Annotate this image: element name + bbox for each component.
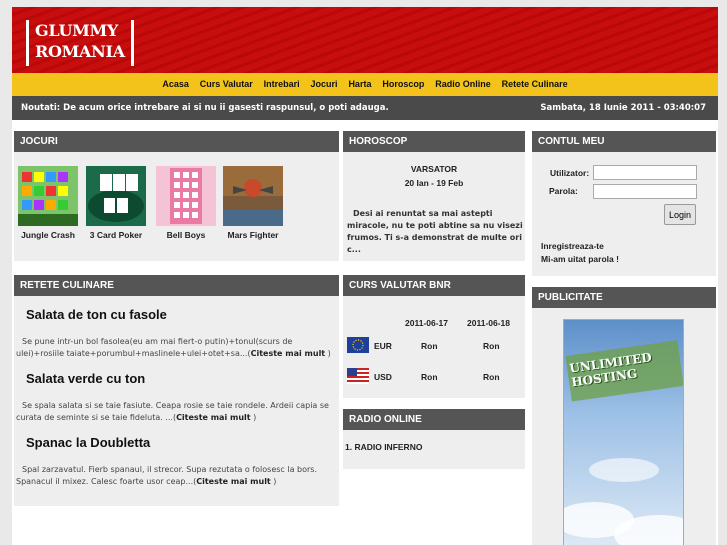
nav-radio-online[interactable]: Radio Online (435, 79, 491, 89)
recipe-text: Spal zarzavatul. Fierb spanaul, il strec… (16, 465, 318, 486)
game-3-card-poker[interactable]: 3 Card Poker (84, 166, 148, 240)
main-nav: Acasa Curs Valutar Intrebari Jocuri Hart… (12, 73, 718, 96)
parola-input[interactable] (593, 184, 697, 199)
recipe-excerpt: Spal zarzavatul. Fierb spanaul, il strec… (16, 465, 318, 486)
game-bell-boys[interactable]: Bell Boys (154, 166, 218, 240)
curs-title: CURS VALUTAR BNR (343, 275, 525, 296)
recipe-title[interactable]: Salata de ton cu fasole (26, 307, 339, 322)
jocuri-box: JOCURI Jungle Crash 3 Card Poker Bell Bo… (14, 131, 339, 261)
nav-intrebari[interactable]: Intrebari (264, 79, 300, 89)
us-flag-icon (347, 368, 369, 384)
parola-label: Parola: (549, 186, 578, 196)
read-more-link[interactable]: Citeste mai mult (176, 413, 251, 422)
recipe-text: Se pune intr-un bol fasolea(eu am mai fi… (16, 337, 331, 358)
page: GLUMMY ROMANIA Acasa Curs Valutar Intreb… (12, 7, 718, 545)
logo-line2: ROMANIA (35, 42, 125, 61)
eur-code: EUR (374, 341, 392, 351)
recipe-item: Spanac la Doubletta Spal zarzavatul. Fie… (14, 435, 339, 488)
retete-title: RETETE CULINARE (14, 275, 339, 296)
ad-banner[interactable]: UNLIMITED HOSTING (563, 319, 684, 545)
recipe-text: Se spala salata si se taie fasiute. Ceap… (16, 401, 329, 422)
login-button[interactable]: Login (664, 204, 696, 225)
publicitate-box: PUBLICITATE UNLIMITED HOSTING (532, 287, 716, 545)
nav-harta[interactable]: Harta (348, 79, 371, 89)
contul-box: CONTUL MEU Utilizator: Parola: Login Inr… (532, 131, 716, 276)
eu-flag-icon (347, 337, 369, 353)
game-thumbnail[interactable] (156, 166, 216, 226)
game-name[interactable]: Jungle Crash (16, 230, 80, 240)
horoscop-box: HOROSCOP VARSATOR 20 Ian - 19 Feb Desi a… (343, 131, 525, 261)
game-name[interactable]: Bell Boys (154, 230, 218, 240)
radio-item[interactable]: 1. RADIO INFERNO (345, 442, 422, 452)
radio-title: RADIO ONLINE (343, 409, 525, 430)
contul-title: CONTUL MEU (532, 131, 716, 152)
utilizator-label: Utilizator: (550, 168, 590, 178)
radio-box: RADIO ONLINE 1. RADIO INFERNO (343, 409, 525, 469)
read-more-link[interactable]: Citeste mai mult (251, 349, 326, 358)
game-name[interactable]: 3 Card Poker (84, 230, 148, 240)
retete-box: RETETE CULINARE Salata de ton cu fasole … (14, 275, 339, 506)
horoscop-dates: 20 Ian - 19 Feb (404, 178, 464, 188)
curs-date-1: 2011-06-17 (405, 318, 449, 328)
site-header: GLUMMY ROMANIA (12, 7, 718, 73)
utilizator-input[interactable] (593, 165, 697, 180)
register-link[interactable]: Inregistreaza-te (541, 241, 604, 251)
usd-value-2: Ron (483, 372, 500, 382)
recipe-excerpt: Se spala salata si se taie fasiute. Ceap… (16, 401, 329, 422)
read-more-link[interactable]: Citeste mai mult (196, 477, 271, 486)
news-text: Noutati: De acum orice intrebare ai si n… (21, 103, 389, 113)
game-mars-fighter[interactable]: Mars Fighter (221, 166, 285, 240)
news-bar: Noutati: De acum orice intrebare ai si n… (12, 96, 718, 120)
horoscop-text: Desi ai renuntat sa mai astepti miracole… (347, 209, 523, 254)
usd-value-1: Ron (421, 372, 438, 382)
recipe-item: Salata verde cu ton Se spala salata si s… (14, 371, 339, 424)
mars-fighter-image (223, 166, 283, 226)
jungle-crash-image (18, 166, 78, 226)
nav-jocuri[interactable]: Jocuri (311, 79, 338, 89)
forgot-password-link[interactable]: Mi-am uitat parola ! (541, 254, 619, 264)
game-thumbnail[interactable] (223, 166, 283, 226)
horoscop-title: HOROSCOP (343, 131, 525, 152)
recipe-item: Salata de ton cu fasole Se pune intr-un … (14, 307, 339, 360)
nav-acasa[interactable]: Acasa (162, 79, 189, 89)
logo-line1: GLUMMY (35, 21, 119, 40)
game-name[interactable]: Mars Fighter (221, 230, 285, 240)
curs-box: CURS VALUTAR BNR 2011-06-17 2011-06-18 E… (343, 275, 525, 398)
game-thumbnail[interactable] (86, 166, 146, 226)
recipe-title[interactable]: Salata verde cu ton (26, 371, 339, 386)
datetime: Sambata, 18 Iunie 2011 - 03:40:07 (540, 103, 706, 113)
publicitate-title: PUBLICITATE (532, 287, 716, 308)
horoscop-sign: VARSATOR (410, 164, 458, 174)
recipe-title[interactable]: Spanac la Doubletta (26, 435, 339, 450)
site-logo[interactable]: GLUMMY ROMANIA (26, 20, 134, 66)
jocuri-title: JOCURI (14, 131, 339, 152)
game-thumbnail[interactable] (18, 166, 78, 226)
curs-date-2: 2011-06-18 (467, 318, 511, 328)
nav-curs-valutar[interactable]: Curs Valutar (200, 79, 253, 89)
3-card-poker-image (86, 166, 146, 226)
usd-code: USD (374, 372, 392, 382)
bell-boys-image (156, 166, 216, 226)
eur-value-1: Ron (421, 341, 438, 351)
game-jungle-crash[interactable]: Jungle Crash (16, 166, 80, 240)
eur-value-2: Ron (483, 341, 500, 351)
nav-horoscop[interactable]: Horoscop (382, 79, 424, 89)
nav-retete-culinare[interactable]: Retete Culinare (502, 79, 568, 89)
